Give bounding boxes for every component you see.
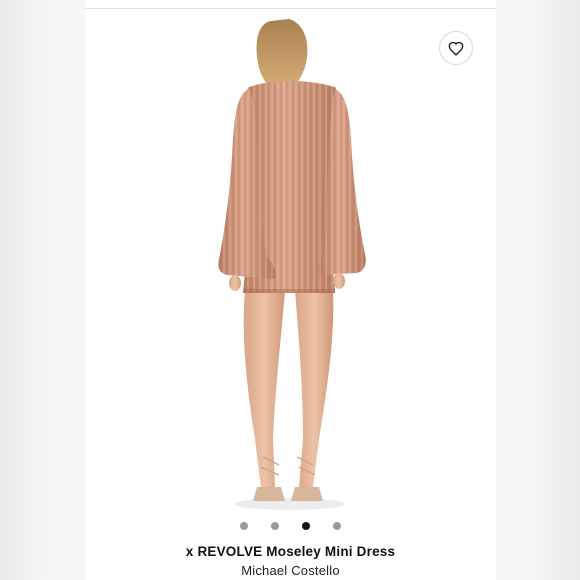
gallery-dot-2[interactable] [271,522,279,530]
product-brand[interactable]: Michael Costello [85,563,496,578]
product-card: x REVOLVE Moseley Mini Dress Michael Cos… [85,0,496,580]
gallery-pagination [85,522,496,530]
gallery-dot-1[interactable] [240,522,248,530]
product-image[interactable] [85,9,496,514]
screenshot-frame: x REVOLVE Moseley Mini Dress Michael Cos… [0,0,580,580]
favorite-button[interactable] [439,31,473,65]
product-title[interactable]: x REVOLVE Moseley Mini Dress [85,544,496,559]
gallery-dot-3[interactable] [302,522,310,530]
model-illustration [218,19,366,510]
heart-outline-icon [448,41,464,56]
gallery-dot-4[interactable] [333,522,341,530]
